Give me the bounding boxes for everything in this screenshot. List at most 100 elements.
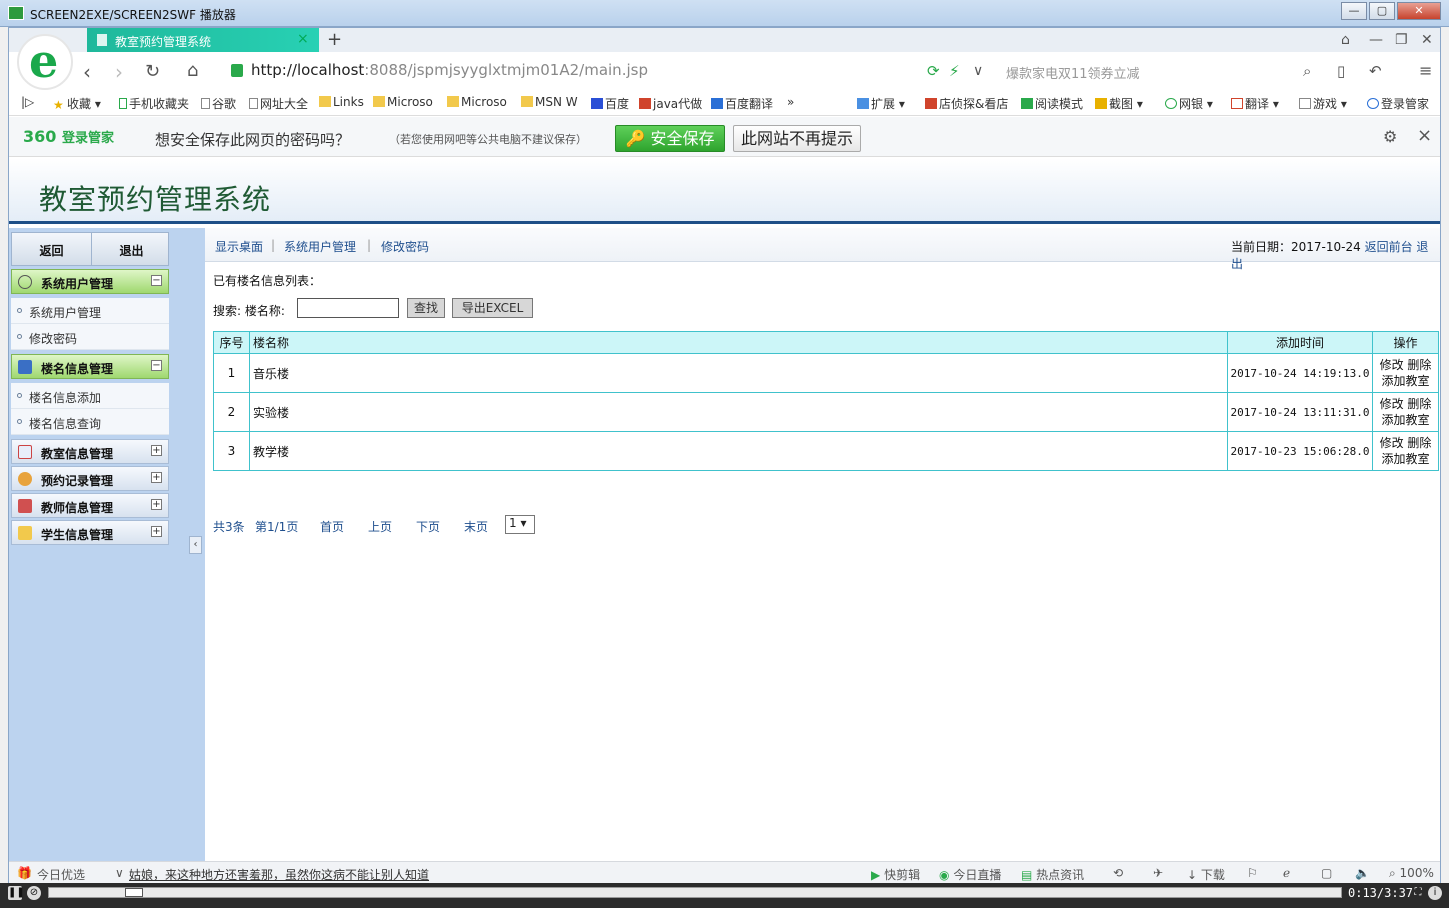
forward-icon[interactable]: ›	[115, 60, 123, 84]
hot-news[interactable]: ▤ 热点资讯	[1021, 866, 1084, 883]
search-box[interactable]: 爆款家电双11领券立减	[1006, 63, 1140, 82]
pager-first[interactable]: 首页	[320, 518, 344, 535]
sidebar-group-buildings[interactable]: 楼名信息管理 −	[11, 354, 169, 379]
progress-knob[interactable]	[125, 888, 143, 897]
sidebar-group-classrooms[interactable]: 教室信息管理 +	[11, 439, 169, 464]
expand-icon[interactable]: +	[151, 499, 162, 510]
ext-extensions[interactable]: 扩展 ▾	[857, 95, 905, 112]
collapse-sidebar-icon[interactable]: ‹	[189, 536, 202, 554]
safe-save-button[interactable]: 🔑 安全保存	[615, 125, 725, 152]
never-prompt-button[interactable]: 此网站不再提示	[733, 125, 861, 152]
sound-icon[interactable]: 🔈	[1355, 866, 1370, 880]
bookmark-baidu[interactable]: 百度	[591, 95, 629, 112]
back-front-link[interactable]: 返回前台	[1365, 240, 1413, 254]
sidebar-item-change-password[interactable]: 修改密码	[11, 324, 169, 350]
find-button[interactable]: 查找	[407, 298, 445, 318]
tab-close-icon[interactable]: ×	[297, 31, 309, 47]
close-icon[interactable]: ×	[1417, 125, 1432, 146]
bookmark-google[interactable]: 谷歌	[201, 95, 236, 112]
crumb-users[interactable]: 系统用户管理	[284, 238, 356, 255]
gift-icon[interactable]: 🎁	[17, 866, 32, 880]
new-tab-button[interactable]: +	[327, 29, 342, 50]
sidebar-group-reservations[interactable]: 预约记录管理 +	[11, 466, 169, 491]
browser-logo-icon[interactable]: e	[17, 34, 73, 90]
pager-prev[interactable]: 上页	[368, 518, 392, 535]
expand-icon[interactable]: +	[151, 445, 162, 456]
sidebar-group-teachers[interactable]: 教师信息管理 +	[11, 493, 169, 518]
edit-link[interactable]: 修改	[1380, 397, 1404, 411]
back-icon[interactable]: ‹	[83, 60, 91, 84]
delete-link[interactable]: 删除	[1407, 436, 1431, 450]
download[interactable]: ↓ 下载	[1187, 866, 1225, 883]
collapse-icon[interactable]: −	[151, 360, 162, 371]
bookmark-mobile[interactable]: 手机收藏夹	[119, 95, 189, 112]
pin-icon[interactable]: ✈	[1153, 866, 1163, 880]
search-icon[interactable]: ⌕	[1303, 62, 1311, 80]
bookmark-microsoft-1[interactable]: Microso	[373, 95, 433, 109]
reload-icon[interactable]: ↻	[145, 61, 160, 82]
window-icon[interactable]: ▢	[1321, 866, 1332, 880]
collapse-icon[interactable]: −	[151, 275, 162, 286]
sidebar-item-building-query[interactable]: 楼名信息查询	[11, 409, 169, 435]
add-room-link[interactable]: 添加教室	[1381, 374, 1429, 388]
pager-next[interactable]: 下页	[416, 518, 440, 535]
ext-bank[interactable]: 网银 ▾	[1165, 95, 1213, 112]
pause-icon[interactable]: ❚❚	[8, 886, 25, 900]
sidebar-item-user-mgmt[interactable]: 系统用户管理	[11, 298, 169, 324]
pager-last[interactable]: 末页	[464, 518, 488, 535]
stop-icon[interactable]: ⊘	[27, 886, 41, 900]
bookmark-java[interactable]: java代做	[639, 95, 702, 112]
bookmark-links[interactable]: Links	[319, 95, 364, 109]
ext-login[interactable]: 登录管家	[1367, 95, 1429, 112]
browser-close-icon[interactable]: ✕	[1421, 32, 1433, 48]
sidebar-group-students[interactable]: 学生信息管理 +	[11, 520, 169, 545]
info-icon[interactable]: i	[1428, 886, 1442, 900]
bookmark-baidu-translate[interactable]: 百度翻译	[711, 95, 773, 112]
flag-icon[interactable]: ⚐	[1247, 866, 1258, 880]
edit-link[interactable]: 修改	[1380, 358, 1404, 372]
page-select[interactable]: 1 ▾	[505, 515, 535, 534]
ext-screenshot[interactable]: 截图 ▾	[1095, 95, 1143, 112]
address-bar[interactable]: http://localhost:8088/jspmjsyyglxtmjm01A…	[251, 61, 648, 79]
bookmark-hao[interactable]: 网址大全	[249, 95, 308, 112]
live-today[interactable]: ◉ 今日直播	[939, 866, 1001, 883]
expand-icon[interactable]: +	[151, 472, 162, 483]
ext-translate[interactable]: 翻译 ▾	[1231, 95, 1279, 112]
news-headline[interactable]: 姑娘，来这种地方还害羞那，虽然你这病不能让别人知道	[129, 866, 429, 883]
gear-icon[interactable]: ⚙	[1383, 127, 1397, 146]
more-bookmarks-icon[interactable]: »	[787, 95, 794, 109]
bookmark-favorites[interactable]: ★ 收藏 ▾	[53, 95, 101, 112]
crumb-desktop[interactable]: 显示桌面	[215, 238, 263, 255]
chevron-down-icon[interactable]: ∨	[115, 866, 124, 880]
edit-link[interactable]: 修改	[1380, 436, 1404, 450]
sidebar-group-users[interactable]: 系统用户管理 −	[11, 269, 169, 294]
export-excel-button[interactable]: 导出EXCEL	[452, 298, 533, 318]
logout-button[interactable]: 退出	[92, 242, 171, 259]
today-picks[interactable]: 今日优选	[37, 866, 85, 883]
delete-link[interactable]: 删除	[1407, 397, 1431, 411]
tab-active[interactable]: 教室预约管理系统 ×	[87, 28, 319, 52]
url-dropdown-icon[interactable]: ∨	[973, 63, 983, 79]
minimize-button[interactable]: —	[1341, 2, 1367, 20]
menu-icon[interactable]: ≡	[1419, 61, 1432, 80]
maximize-button[interactable]: ▢	[1369, 2, 1395, 20]
security-shield-icon[interactable]	[231, 64, 243, 77]
close-window-button[interactable]: ✕	[1397, 2, 1441, 20]
shirt-skin-icon[interactable]: ⌂	[1341, 32, 1350, 48]
speed-mode-icon[interactable]: ⚡	[949, 62, 960, 80]
add-room-link[interactable]: 添加教室	[1381, 413, 1429, 427]
building-name-input[interactable]	[297, 298, 399, 318]
ie-icon[interactable]: ℯ	[1283, 866, 1290, 880]
quick-edit[interactable]: ▶ 快剪辑	[871, 866, 920, 883]
fullscreen-icon[interactable]: ⛶	[1412, 886, 1424, 900]
zoom-level[interactable]: ⌕ 100%	[1389, 866, 1434, 881]
accelerate-icon[interactable]: ⟲	[1113, 866, 1123, 880]
back-button[interactable]: 返回	[12, 242, 91, 259]
sidebar-item-building-add[interactable]: 楼名信息添加	[11, 383, 169, 409]
home-icon[interactable]: ⌂	[187, 60, 198, 81]
toggle-bookmarks-icon[interactable]: |▷	[21, 95, 34, 109]
progress-bar[interactable]	[48, 887, 1342, 898]
browser-minimize-icon[interactable]: —	[1369, 32, 1383, 48]
delete-link[interactable]: 删除	[1407, 358, 1431, 372]
add-room-link[interactable]: 添加教室	[1381, 452, 1429, 466]
